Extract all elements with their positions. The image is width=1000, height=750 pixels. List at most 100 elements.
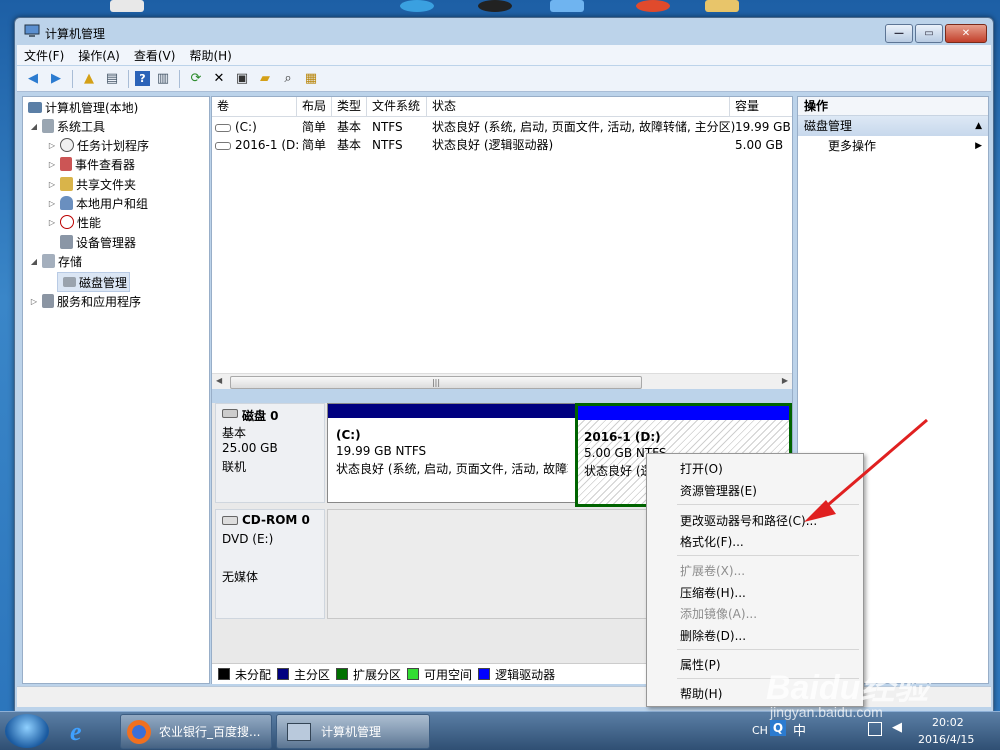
collapse-arrow-icon[interactable]: ◢ — [29, 257, 39, 266]
legend-label: 未分配 — [235, 667, 272, 682]
menu-item-delete-volume[interactable]: 删除卷(D)... — [680, 627, 746, 644]
disk-icon — [222, 409, 238, 418]
taskbar-label: 农业银行_百度搜... — [159, 725, 261, 739]
tray-search-icon[interactable]: Q — [770, 720, 786, 736]
cdrom-0-label[interactable]: CD-ROM 0 DVD (E:) 无媒体 — [215, 509, 325, 619]
menu-item-properties[interactable]: 属性(P) — [680, 656, 721, 673]
cdrom-drive: DVD (E:) — [222, 532, 274, 546]
menu-item-extend-volume[interactable]: 扩展卷(X)... — [680, 562, 745, 579]
menu-separator — [677, 678, 859, 679]
menu-view[interactable]: 查看(V) — [127, 47, 183, 64]
expand-arrow-icon[interactable]: ▷ — [29, 297, 39, 306]
tree-device-manager[interactable]: 设备管理器 — [57, 233, 136, 251]
column-layout[interactable]: 布局 — [297, 97, 332, 116]
collapse-up-icon[interactable]: ▲ — [975, 116, 982, 136]
partition-status: 状态良好 (系统, 启动, 页面文件, 活动, 故障转 — [336, 462, 568, 476]
clock-date[interactable]: 2016/4/15 — [918, 733, 974, 746]
desktop-icon[interactable] — [110, 0, 144, 12]
menu-file[interactable]: 文件(F) — [17, 47, 71, 64]
maximize-button[interactable]: ▭ — [915, 24, 943, 43]
actions-section-disk-management[interactable]: 磁盘管理 ▲ — [798, 116, 988, 136]
device-manager-icon — [60, 235, 73, 249]
table-row[interactable]: (C:) 简单 基本 NTFS 状态良好 (系统, 启动, 页面文件, 活动, … — [212, 118, 792, 136]
taskbar-computer-management[interactable]: 计算机管理 — [276, 714, 430, 749]
expand-arrow-icon[interactable]: ▷ — [47, 141, 57, 150]
column-type[interactable]: 类型 — [332, 97, 367, 116]
tree-label: 设备管理器 — [76, 235, 137, 250]
wizard-icon[interactable]: ▦ — [301, 69, 321, 89]
tree-shared-folders[interactable]: ▷ 共享文件夹 — [47, 175, 136, 193]
scroll-right-icon[interactable]: ▶ — [782, 376, 788, 385]
taskbar-firefox[interactable]: 农业银行_百度搜... — [120, 714, 272, 749]
users-icon — [60, 196, 73, 210]
tree-event-viewer[interactable]: ▷ 事件查看器 — [47, 155, 135, 173]
column-status[interactable]: 状态 — [427, 97, 730, 116]
menu-item-add-mirror[interactable]: 添加镜像(A)... — [680, 605, 757, 622]
tree-local-users[interactable]: ▷ 本地用户和组 — [47, 194, 148, 212]
show-hide-action-pane-icon[interactable]: ▥ — [153, 69, 173, 89]
clock-time[interactable]: 20:02 — [932, 716, 964, 729]
minimize-button[interactable]: — — [885, 24, 913, 43]
forward-arrow-icon[interactable]: ▶ — [46, 69, 66, 89]
volume-name: (C:) — [235, 120, 257, 134]
desktop-icon[interactable] — [478, 0, 512, 12]
menu-item-explorer[interactable]: 资源管理器(E) — [680, 482, 757, 499]
desktop-icon[interactable] — [550, 0, 584, 12]
menu-item-help[interactable]: 帮助(H) — [680, 685, 722, 702]
back-arrow-icon[interactable]: ◀ — [23, 69, 43, 89]
desktop-icon[interactable] — [400, 0, 434, 12]
menu-action[interactable]: 操作(A) — [71, 47, 127, 64]
menu-item-shrink-volume[interactable]: 压缩卷(H)... — [680, 584, 746, 601]
tree-task-scheduler[interactable]: ▷ 任务计划程序 — [47, 136, 149, 154]
refresh-icon[interactable]: ⟳ — [186, 69, 206, 89]
properties-icon[interactable]: ▣ — [232, 69, 252, 89]
up-folder-icon[interactable]: ▲ — [79, 69, 99, 89]
collapse-arrow-icon[interactable]: ◢ — [29, 122, 39, 131]
volume-list-header: 卷 布局 类型 文件系统 状态 容量 — [212, 97, 792, 117]
tree-disk-management[interactable]: 磁盘管理 — [57, 272, 131, 292]
tree-storage[interactable]: ◢ 存储 — [29, 252, 82, 270]
expand-arrow-icon[interactable]: ▷ — [47, 180, 57, 189]
menu-help[interactable]: 帮助(H) — [182, 47, 238, 64]
horizontal-scrollbar[interactable]: ◀ ||| ▶ — [212, 373, 792, 390]
column-filesystem[interactable]: 文件系统 — [367, 97, 427, 116]
partition-c[interactable]: (C:) 19.99 GB NTFS 状态良好 (系统, 启动, 页面文件, 活… — [327, 403, 576, 503]
tray-volume-icon[interactable]: ◀ — [892, 720, 902, 735]
menu-item-change-drive-letter[interactable]: 更改驱动器号和路径(C)... — [680, 512, 817, 529]
tray-network-icon[interactable] — [868, 722, 882, 736]
tray-ime-icon[interactable]: 中 — [793, 720, 806, 739]
scroll-left-icon[interactable]: ◀ — [216, 376, 222, 385]
tree-label: 磁盘管理 — [79, 275, 128, 290]
title-bar[interactable]: 计算机管理 — ▭ ✕ — [15, 18, 993, 46]
tree-services-apps[interactable]: ▷ 服务和应用程序 — [29, 292, 141, 310]
language-indicator[interactable]: CH — [752, 724, 768, 737]
search-icon[interactable]: ⌕ — [278, 69, 298, 89]
close-button[interactable]: ✕ — [945, 24, 987, 43]
open-folder-icon[interactable]: ▰ — [255, 69, 275, 89]
tree-root[interactable]: 计算机管理(本地) — [25, 98, 138, 116]
expand-arrow-icon[interactable]: ▷ — [47, 199, 57, 208]
legend-swatch — [407, 668, 420, 680]
tree-performance[interactable]: ▷ 性能 — [47, 213, 101, 231]
disk-0-label[interactable]: 磁盘 0 基本 25.00 GB 联机 — [215, 403, 325, 503]
pane-splitter[interactable] — [212, 389, 792, 403]
expand-arrow-icon[interactable]: ▷ — [47, 218, 57, 227]
menu-item-open[interactable]: 打开(O) — [680, 460, 723, 477]
expand-arrow-icon[interactable]: ▷ — [47, 160, 57, 169]
menu-item-format[interactable]: 格式化(F)... — [680, 533, 744, 550]
desktop-icon[interactable] — [636, 0, 670, 12]
column-volume[interactable]: 卷 — [212, 97, 297, 116]
ie-icon[interactable]: e — [70, 717, 102, 746]
help-icon[interactable]: ? — [135, 71, 150, 86]
column-capacity[interactable]: 容量 — [730, 97, 792, 116]
tree-system-tools[interactable]: ◢ 系统工具 — [29, 117, 105, 135]
start-button[interactable] — [5, 714, 49, 748]
desktop-icon[interactable] — [705, 0, 739, 12]
show-hide-tree-icon[interactable]: ▤ — [102, 69, 122, 89]
delete-icon[interactable]: ✕ — [209, 69, 229, 89]
taskbar-label: 计算机管理 — [321, 725, 382, 739]
more-actions-label: 更多操作 — [828, 139, 877, 153]
more-actions[interactable]: 更多操作 ▶ — [798, 136, 988, 156]
table-row[interactable]: 2016-1 (D:) 简单 基本 NTFS 状态良好 (逻辑驱动器) 5.00… — [212, 136, 792, 154]
scrollbar-thumb[interactable]: ||| — [230, 376, 642, 389]
